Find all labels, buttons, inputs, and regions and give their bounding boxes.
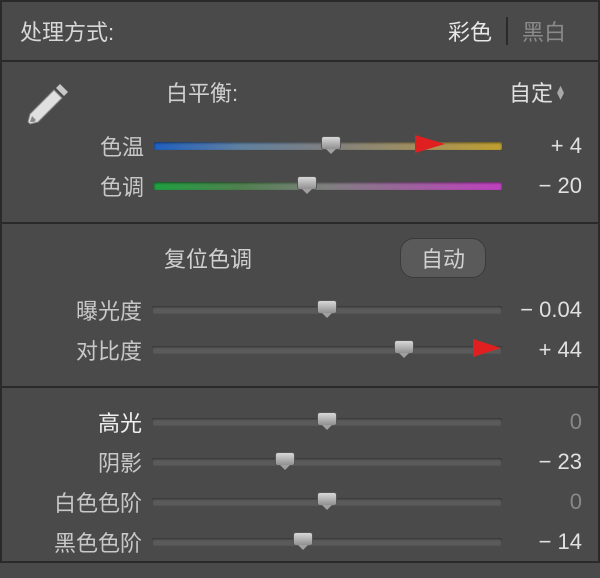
treatment-header: 处理方式: 彩色 黑白 [2,2,598,62]
tone-title: 复位色调 [164,242,252,274]
temperature-value[interactable]: + 4 [508,133,588,159]
white-balance-section: 白平衡: 自定 ▴▾ 色温 + 4 色调 [2,62,598,224]
tint-row: 色调 − 20 [84,166,588,206]
shadows-label: 阴影 [12,446,152,478]
whites-value[interactable]: 0 [508,489,588,515]
tone-section: 复位色调 自动 曝光度 − 0.04 对比度 + 44 [2,224,598,388]
highlights-value[interactable]: 0 [508,409,588,435]
contrast-label: 对比度 [12,334,152,366]
contrast-slider[interactable] [152,343,502,357]
white-balance-preset-value: 自定 [509,76,553,108]
shadows-slider[interactable] [152,455,502,469]
highlights-label: 高光 [12,406,152,438]
contrast-value[interactable]: + 44 [508,337,588,363]
temperature-row: 色温 + 4 [84,126,588,166]
white-balance-preset-select[interactable]: 自定 ▴▾ [509,76,564,108]
tint-value[interactable]: − 20 [508,173,588,199]
tint-label: 色调 [84,170,154,202]
highlights-slider[interactable] [152,415,502,429]
temperature-slider[interactable] [154,139,502,153]
blacks-label: 黑色色阶 [12,526,152,558]
whites-slider[interactable] [152,495,502,509]
blacks-value[interactable]: − 14 [508,529,588,555]
tint-slider[interactable] [154,179,502,193]
blacks-slider[interactable] [152,535,502,549]
exposure-value[interactable]: − 0.04 [508,297,588,323]
eyedropper-icon[interactable] [24,80,72,133]
highlights-row: 高光 0 [12,402,588,442]
treatment-color-option[interactable]: 彩色 [434,15,506,47]
auto-tone-button[interactable]: 自动 [400,238,486,278]
temperature-label: 色温 [84,130,154,162]
shadows-row: 阴影 − 23 [12,442,588,482]
treatment-label: 处理方式: [20,15,114,47]
whites-label: 白色色阶 [12,486,152,518]
updown-icon: ▴▾ [557,85,564,99]
exposure-row: 曝光度 − 0.04 [12,290,588,330]
treatment-bw-option[interactable]: 黑白 [508,15,580,47]
presence-section: 高光 0 阴影 − 23 白色色阶 0 黑色色阶 − 14 [2,388,598,578]
shadows-value[interactable]: − 23 [508,449,588,475]
exposure-slider[interactable] [152,303,502,317]
blacks-row: 黑色色阶 − 14 [12,522,588,562]
white-balance-label: 白平衡: [166,76,238,108]
exposure-label: 曝光度 [12,294,152,326]
whites-row: 白色色阶 0 [12,482,588,522]
contrast-row: 对比度 + 44 [12,330,588,370]
